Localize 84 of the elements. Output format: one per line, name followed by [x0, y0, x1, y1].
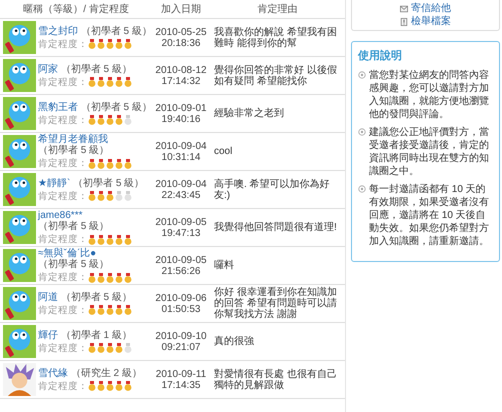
help-text: 每一封邀請函都有 10 天的有效期限，如果受邀者沒有回應，邀請將在 10 天後自動失效。如果您仍希望對方加入知識圈，請重新邀請。 — [369, 183, 490, 248]
rating-label: 肯定程度： — [38, 114, 88, 126]
join-date: 2010-09-04 — [155, 140, 207, 152]
sidebar-link[interactable]: 寄信給他 — [411, 2, 451, 15]
column-header: 肯定理由 — [256, 2, 298, 16]
bullet-icon — [358, 185, 366, 193]
reason-text: 真的很強 — [214, 336, 254, 347]
user-level: （初學者 5 級） — [60, 64, 132, 74]
user-level: （初學者 5 級） — [80, 26, 152, 36]
column-header: 暱稱（等級）/ 肯定程度 — [22, 2, 130, 16]
user-name-link[interactable]: ≈無與ˇ倫ˊ比● — [38, 248, 96, 259]
reason-text: 經驗非常之老到 — [214, 108, 284, 119]
sidebar-link[interactable]: 檢舉檔案 — [411, 15, 451, 28]
join-time: 17:14:35 — [162, 380, 200, 390]
join-time: 19:47:13 — [162, 228, 200, 238]
user-level: （初學者 5 級） — [38, 259, 110, 270]
avatar-icon — [2, 173, 36, 206]
reason-text: 你好 很幸運看到你在知識加的回答 希望有問題時可以請你幫我找方法 謝謝 — [214, 287, 337, 320]
help-text: 當您對某位網友的問答內容感興趣，您可以邀請對方加入知識圈，就能方便地瀏覽他的發問與評論。 — [369, 69, 490, 121]
user-name-link[interactable]: 輝仔 — [38, 330, 58, 340]
join-date: 2010-09-01 — [155, 102, 207, 114]
avatar-icon — [2, 363, 36, 396]
join-time: 17:14:32 — [162, 76, 200, 86]
user-level: （初學者 5 級） — [80, 102, 152, 112]
join-time: 21:56:26 — [162, 266, 200, 276]
reason-text: cool — [214, 146, 232, 157]
join-time: 22:43:45 — [162, 190, 200, 200]
user-name-link[interactable]: 雪之封印 — [38, 26, 78, 36]
help-text: 建議您公正地評價對方，當受邀者接受邀請後，肯定的資訊將同時出現在雙方的知識圈之中。 — [369, 126, 490, 178]
user-level: （初學者 1 級） — [60, 330, 132, 340]
avatar-icon — [2, 135, 36, 168]
join-time: 01:50:53 — [162, 304, 200, 314]
join-date: 2010-09-05 — [155, 254, 207, 266]
join-date: 2010-09-11 — [156, 368, 206, 380]
avatar-icon — [2, 211, 36, 244]
bullet-icon — [358, 128, 366, 136]
join-time: 10:31:14 — [162, 152, 200, 162]
rating-label: 肯定程度： — [38, 76, 88, 88]
user-name-link[interactable]: 黑豹王者 — [38, 102, 78, 112]
join-date: 2010-05-25 — [155, 26, 207, 38]
join-date: 2010-09-04 — [155, 178, 207, 190]
reason-text: 覺得你回答的非常好 以後假如有疑問 希望能找你 — [214, 64, 337, 86]
user-name-link[interactable]: 阿道 — [38, 292, 58, 302]
reason-text: 我喜歡你的解說 希望我有困難時 能得到你的幫 — [214, 26, 337, 48]
reason-text: 囉料 — [214, 260, 234, 271]
reason-text: 對愛情很有長處 也很有自己獨特的見解跟做 — [214, 368, 337, 390]
envelope-icon — [400, 4, 408, 12]
join-time: 09:21:07 — [162, 342, 200, 352]
avatar-icon — [2, 97, 36, 130]
rating-label: 肯定程度： — [38, 38, 88, 50]
user-name-link[interactable]: ★靜靜` — [38, 178, 70, 188]
rating-label: 肯定程度： — [38, 342, 88, 354]
column-header: 加入日期 — [160, 2, 202, 16]
reason-text: 高手噢. 希望可以加你為好友:) — [214, 178, 330, 200]
user-level: （研究生 2 級） — [70, 368, 142, 378]
user-level: （初學者 5 級） — [38, 145, 110, 156]
join-date: 2010-09-06 — [155, 292, 207, 304]
avatar-icon — [2, 325, 36, 358]
rating-label: 肯定程度： — [38, 304, 88, 316]
rating-label: 肯定程度： — [38, 158, 88, 169]
bullet-icon — [358, 71, 366, 79]
avatar-icon — [2, 21, 36, 54]
join-time: 19:40:16 — [162, 114, 200, 124]
join-date: 2010-08-12 — [155, 64, 207, 76]
user-name-link[interactable]: 阿家 — [38, 64, 58, 74]
user-level: （初學者 5 級） — [73, 178, 144, 188]
join-time: 20:18:36 — [162, 38, 200, 48]
document-icon — [400, 18, 408, 26]
rating-label: 肯定程度： — [38, 380, 88, 392]
rating-label: 肯定程度： — [38, 190, 88, 202]
user-level: （初學者 5 級） — [60, 292, 132, 302]
avatar-icon — [2, 249, 36, 282]
rating-label: 肯定程度： — [38, 272, 88, 283]
reason-text: 我覺得他回答問題很有道理! — [214, 222, 337, 233]
avatar-icon — [2, 287, 36, 320]
user-name-link[interactable]: 希望月老眷顧我 — [38, 134, 108, 145]
avatar-icon — [2, 59, 36, 92]
user-level: （初學者 5 級） — [38, 221, 110, 232]
user-name-link[interactable]: 雪代緣 — [38, 368, 68, 378]
help-title: 使用說明 — [358, 48, 403, 63]
join-date: 2010-09-05 — [155, 216, 207, 228]
join-date: 2010-09-10 — [155, 330, 207, 342]
user-name-link[interactable]: jame86*** — [38, 210, 82, 221]
rating-label: 肯定程度： — [38, 234, 88, 245]
